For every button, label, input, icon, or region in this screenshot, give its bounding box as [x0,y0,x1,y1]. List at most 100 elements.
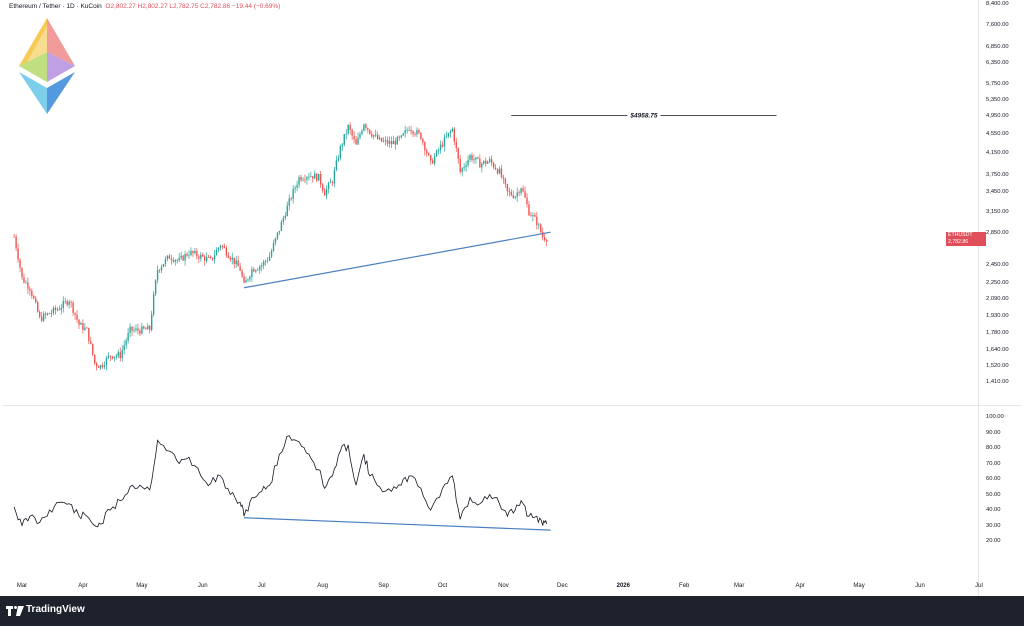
candle-body [178,257,180,260]
candle-body [543,237,546,241]
candle-body [520,188,522,194]
price-tick-label: 6,350.00 [986,60,1009,67]
oscillator-tick-label: 70.00 [986,460,1001,467]
candle-body [141,326,143,334]
candle-body [282,217,285,222]
candle-body [341,144,343,147]
candle-body [492,162,495,168]
candle-body [92,343,94,355]
candle-body [530,215,532,217]
candle-body [107,355,110,358]
candle-body [99,365,102,368]
price-trendline [243,231,551,289]
candle-body [27,282,29,289]
candle-body [182,255,184,261]
candle-body [461,168,463,172]
candle-body [84,327,86,330]
candle-body [540,224,542,233]
candle-body [475,157,477,160]
price-axis[interactable]: 8,400.00 7,600.00 6,850.00 6,350.00 5,750.00… [980,0,1024,596]
candle-body [253,269,255,272]
candle-body [463,166,465,169]
candle-body [268,256,271,261]
candle-body [329,182,332,184]
candle-body [402,133,404,136]
candle-body [333,170,336,184]
oscillator-tick-label: 90.00 [986,429,1001,436]
candle-body [500,168,503,178]
chart-canvas[interactable] [0,0,1024,626]
time-axis[interactable]: Mar Apr May Jun Jul Aug Sep Oct Nov Dec 2026 Feb Mar… [0,583,983,595]
candle-body [109,355,112,357]
candle-body [119,352,121,359]
candle-body [90,341,92,344]
candle-body [162,264,165,267]
candle-body [125,340,127,346]
candle-body [335,160,338,171]
candle-body [514,196,516,198]
candle-body [316,173,318,181]
candle-body [359,134,361,138]
candle-body [445,136,448,138]
candle-body [133,329,135,331]
candle-body [430,155,432,161]
candle-body [479,158,481,168]
candle-body [264,260,267,262]
candle-body [54,307,57,311]
candle-body [538,224,540,226]
candle-body [323,190,326,196]
candle-body [286,205,288,217]
candle-body [158,269,161,271]
candle-body [80,322,82,325]
price-tick-label: 1,640.00 [986,346,1009,353]
tradingview-logo-icon[interactable] [6,605,24,617]
candle-body [97,366,100,368]
candle-body [490,159,493,163]
candle-body [453,128,455,142]
candle-body [518,192,520,194]
candle-body [327,183,330,189]
candle-body [398,136,400,138]
oscillator-line [13,435,548,528]
candle-body [449,131,452,133]
time-tick-label: Jul [257,583,266,589]
candle-body [502,177,505,179]
price-tick-label: 5,750.00 [986,81,1009,88]
brand-name[interactable]: TradingView [26,604,85,615]
candle-body [367,127,369,130]
candle-body [284,216,287,218]
candle-body [188,254,190,256]
candle-body [160,266,163,271]
candle-body [290,198,292,200]
candle-body [390,141,393,145]
candle-body [111,356,114,359]
candle-body [310,176,312,177]
candle-body [46,313,49,315]
candle-body [516,192,518,197]
candle-body [465,165,467,167]
candle-body [276,232,279,239]
candle-body [339,146,342,159]
candle-body [325,188,328,196]
candle-body [412,131,414,134]
candle-body [298,176,300,185]
candle-body [249,276,251,280]
candle-body [300,176,302,181]
candle-body [386,140,389,144]
candle-body [94,354,96,364]
candle-body [404,130,406,134]
candle-body [56,309,59,311]
candle-body [241,270,243,277]
candle-body [259,266,261,270]
candle-body [139,330,141,334]
candle-body [312,176,314,179]
time-tick-label: Oct [437,583,448,589]
candle-body [150,314,153,330]
candle-body [52,307,55,313]
candle-body [321,184,324,191]
candle-body [292,188,294,199]
candle-body [204,256,206,261]
candle-body [145,328,147,330]
candle-body [536,216,538,226]
candle-body [471,155,473,160]
